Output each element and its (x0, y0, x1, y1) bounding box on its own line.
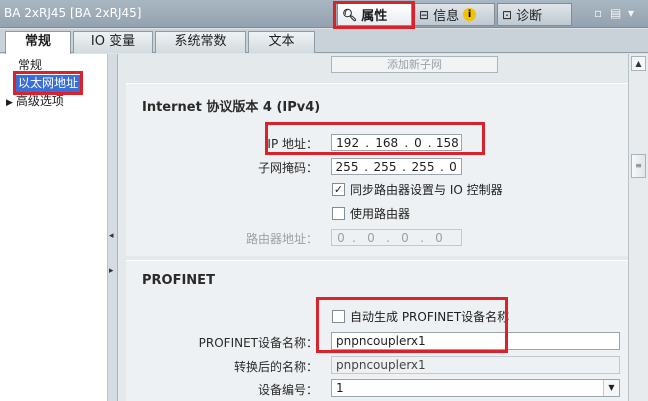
add-new-subnet-button[interactable]: 添加新子网 (331, 56, 498, 73)
tab-general[interactable]: 常规 (5, 31, 71, 54)
mask-octet-4[interactable]: 0 (446, 160, 460, 174)
window-title: BA 2xRJ45 [BA 2xRJ45] (4, 6, 142, 20)
sync-router-option[interactable]: ✓ 同步路由器设置与 IO 控制器 (332, 181, 503, 198)
scrollbar-thumb[interactable]: ≡ (631, 154, 646, 178)
profinet-section: PROFINET 自动生成 PROFINET设备名称 PROFINET设备名称：… (126, 260, 628, 401)
router-address-label: 路由器地址： (245, 232, 318, 246)
nav-item-advanced-label: 高级选项 (15, 94, 64, 108)
mask-dot: . (402, 159, 406, 174)
info-badge-icon: i (463, 8, 477, 21)
mask-dot: . (364, 159, 368, 174)
magnifier-properties-icon: 🔍︎ (342, 7, 358, 22)
use-router-checkbox[interactable] (332, 207, 345, 220)
tab-diagnostics-label: 诊断 (516, 9, 543, 24)
ip-octet-4[interactable]: 158 (434, 136, 461, 150)
properties-nav-tree: 常规 以太网地址 ▶ 高级选项 (0, 54, 108, 401)
router-octet-3: 0 (401, 230, 409, 245)
vertical-scrollbar[interactable]: ▲ ≡ (628, 54, 648, 401)
ip-dot: . (404, 135, 409, 150)
device-number-select[interactable]: 1 ▼ (331, 379, 620, 397)
router-dot: . (386, 230, 390, 245)
ip-address-label: IP 地址： (267, 137, 318, 151)
nav-item-general[interactable]: 常规 (18, 57, 42, 74)
ip-octet-1[interactable]: 192 (332, 136, 363, 150)
ipv4-section-title: Internet 协议版本 4 (IPv4) (142, 100, 321, 115)
ip-octet-3[interactable]: 0 (410, 136, 426, 150)
tab-io-tags[interactable]: IO 变量 (73, 31, 153, 53)
device-name-input[interactable]: pnpncouplerx1 (331, 332, 620, 350)
ip-address-field[interactable]: 192. 168. 0. 158 (331, 134, 462, 151)
profinet-section-title: PROFINET (142, 273, 215, 288)
device-name-label: PROFINET设备名称： (198, 336, 318, 350)
expand-arrow-icon[interactable]: ▶ (6, 98, 13, 108)
mask-octet-1[interactable]: 255 (332, 160, 362, 174)
tab-properties[interactable]: 🔍︎ 属性 (337, 3, 412, 26)
inspector-title-bar: BA 2xRJ45 [BA 2xRJ45] 🔍︎ 属性 ⊟ 信息 i ⊡ 诊断 … (0, 0, 648, 28)
auto-generate-name-label: 自动生成 PROFINET设备名称 (350, 310, 510, 324)
ip-dot: . (427, 135, 432, 150)
collapse-left-icon[interactable]: ◂ (109, 231, 114, 241)
tab-diagnostics[interactable]: ⊡ 诊断 (497, 3, 572, 26)
nav-item-ethernet-address[interactable]: 以太网地址 (15, 75, 82, 92)
ip-octet-2[interactable]: 168 (371, 136, 402, 150)
use-router-label: 使用路由器 (350, 207, 411, 221)
tab-system-constants[interactable]: 系统常数 (155, 31, 246, 53)
router-octet-2: 0 (367, 230, 375, 245)
restore-window-icon[interactable]: ▫ (594, 6, 602, 20)
mask-octet-3[interactable]: 255 (408, 160, 438, 174)
expand-panel-icon[interactable]: ▾ (628, 6, 634, 20)
auto-generate-name-checkbox[interactable] (332, 310, 345, 323)
sync-router-label: 同步路由器设置与 IO 控制器 (350, 183, 503, 197)
mask-octet-2[interactable]: 255 (370, 160, 400, 174)
sync-router-checkbox[interactable]: ✓ (332, 183, 345, 196)
auto-generate-name-option[interactable]: 自动生成 PROFINET设备名称 (332, 308, 509, 325)
subnet-mask-label: 子网掩码： (257, 161, 318, 175)
use-router-option[interactable]: 使用路由器 (332, 205, 410, 222)
device-number-label: 设备编号： (257, 383, 318, 397)
tab-info[interactable]: ⊟ 信息 i (414, 3, 495, 26)
dropdown-arrow-icon[interactable]: ▼ (603, 380, 619, 396)
info-icon: ⊟ (419, 7, 430, 22)
expand-right-icon[interactable]: ▸ (109, 266, 114, 276)
panel-menu-icon[interactable]: ▤ (610, 6, 621, 20)
tab-texts[interactable]: 文本 (248, 31, 315, 53)
tab-info-label: 信息 (433, 9, 460, 24)
section-tab-row: 常规 IO 变量 系统常数 文本 (0, 29, 648, 54)
router-dot: . (352, 230, 356, 245)
converted-name-label: 转换后的名称： (233, 360, 318, 374)
panel-splitter[interactable]: ◂ ▸ (108, 54, 118, 401)
ip-dot: . (365, 135, 370, 150)
properties-content: 添加新子网 Internet 协议版本 4 (IPv4) IP 地址： 192.… (118, 54, 628, 401)
subnet-mask-field[interactable]: 255. 255. 255. 0 (331, 158, 462, 175)
converted-name-field: pnpncouplerx1 (331, 356, 620, 374)
device-number-value: 1 (336, 381, 344, 395)
router-octet-1: 0 (337, 230, 345, 245)
ipv4-section: Internet 协议版本 4 (IPv4) IP 地址： 192. 168. … (126, 83, 628, 256)
scroll-up-icon[interactable]: ▲ (631, 56, 646, 71)
nav-item-advanced-options[interactable]: ▶ 高级选项 (6, 93, 64, 110)
router-address-field[interactable]: 0. 0. 0. 0 (331, 229, 462, 246)
router-dot: . (420, 230, 424, 245)
router-octet-4: 0 (435, 230, 443, 245)
diagnostics-icon: ⊡ (502, 7, 513, 22)
mask-dot: . (440, 159, 444, 174)
tab-properties-label: 属性 (361, 9, 388, 24)
